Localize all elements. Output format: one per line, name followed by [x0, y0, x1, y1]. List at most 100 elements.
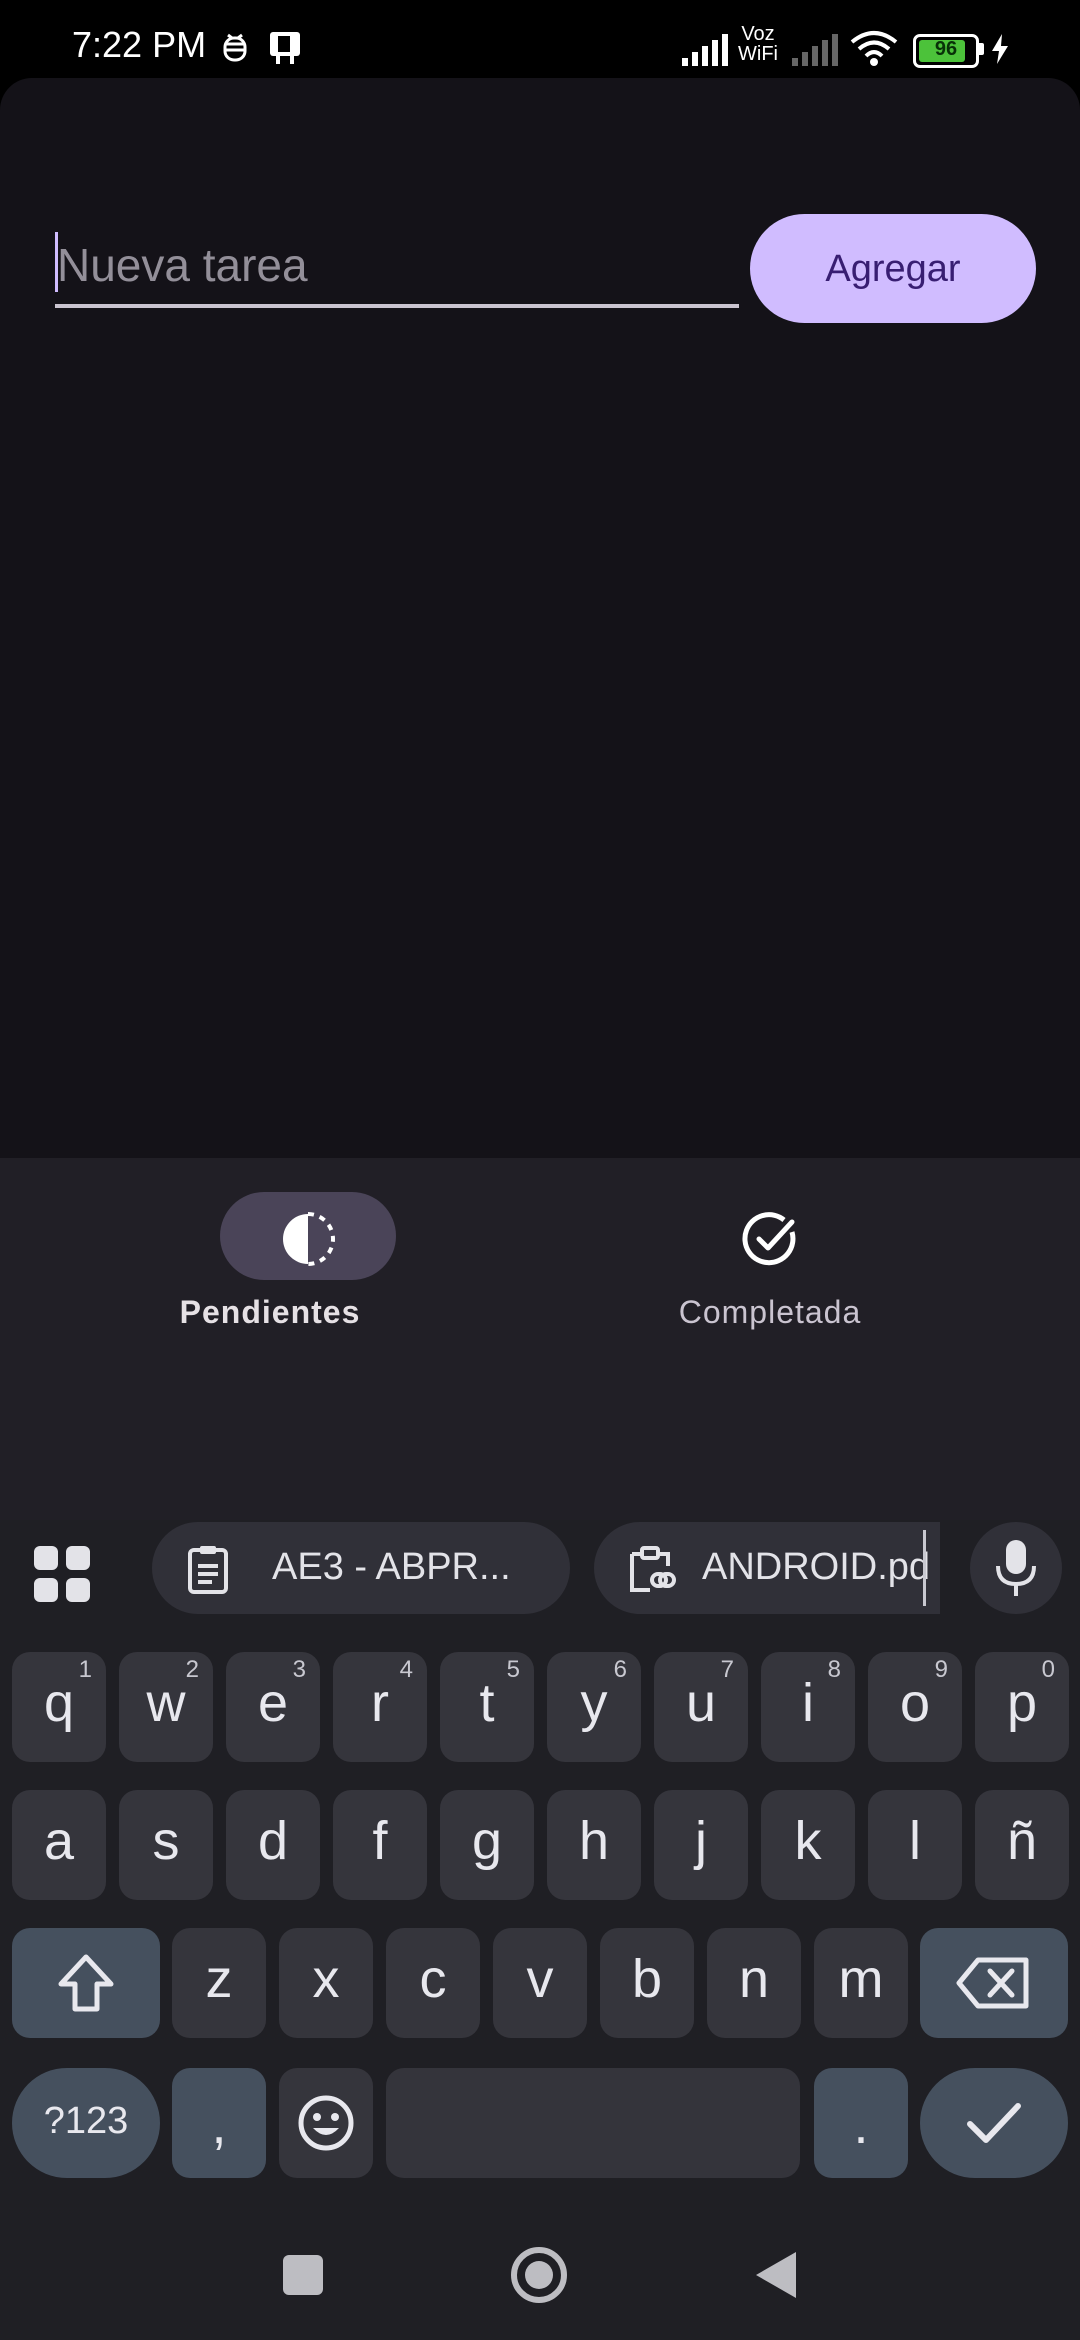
bottom-navigation: Pendientes Completada	[0, 1158, 1080, 1538]
symbols-key[interactable]: ?123	[12, 2068, 160, 2178]
clipboard-suggestion-chip[interactable]: AE3 - ABPR...	[152, 1522, 570, 1614]
key-x-label: x	[312, 1949, 340, 2009]
key-v[interactable]: v	[493, 1928, 587, 2038]
shift-key[interactable]	[12, 1928, 160, 2038]
backspace-icon	[956, 1957, 1029, 2009]
key-x[interactable]: x	[279, 1928, 373, 2038]
key-z[interactable]: z	[172, 1928, 266, 2038]
key-e-hint: 3	[292, 1656, 306, 1683]
done-key[interactable]	[920, 2068, 1068, 2178]
alarm-icon	[223, 33, 247, 62]
key-d-label: d	[257, 1811, 289, 1871]
clipboard-link-icon	[630, 1546, 676, 1592]
key-q[interactable]: q1	[12, 1652, 106, 1762]
new-task-input[interactable]: Nueva tarea	[55, 226, 739, 308]
key-b-label: b	[631, 1949, 663, 2009]
key-n[interactable]: n	[707, 1928, 801, 2038]
key-h-label: h	[578, 1811, 610, 1871]
voz-label: Voz	[741, 23, 775, 45]
period-key[interactable]: .	[814, 2068, 908, 2178]
wifi-call-label: WiFi	[738, 43, 778, 65]
symbols-key-label: ?123	[43, 2100, 129, 2142]
nfc-card-icon	[270, 32, 300, 64]
home-icon[interactable]	[510, 2246, 568, 2304]
key-m-label: m	[838, 1949, 884, 2009]
space-key[interactable]	[386, 2068, 800, 2178]
apps-grid-icon[interactable]	[30, 1542, 94, 1606]
status-time: 7:22 PM	[72, 24, 207, 65]
clipboard-suggestion-label: AE3 - ABPR...	[272, 1546, 511, 1588]
clipboard-link-chip[interactable]: ANDROID.pd	[594, 1522, 940, 1614]
key-w[interactable]: w2	[119, 1652, 213, 1762]
add-task-button[interactable]: Agregar	[750, 214, 1036, 323]
key-g[interactable]: g	[440, 1790, 534, 1900]
key-b[interactable]: b	[600, 1928, 694, 2038]
app-surface: Nueva tarea Agregar	[0, 78, 1080, 1158]
key-k-label: k	[794, 1811, 822, 1871]
key-o[interactable]: o9	[868, 1652, 962, 1762]
period-key-label: .	[853, 2095, 869, 2155]
comma-key[interactable]: ,	[172, 2068, 266, 2178]
key-l-label: l	[909, 1811, 921, 1871]
nav-label-pendientes: Pendientes	[179, 1294, 361, 1330]
key-u-hint: 7	[720, 1656, 734, 1683]
key-l[interactable]: l	[868, 1790, 962, 1900]
key-i[interactable]: i8	[761, 1652, 855, 1762]
key-y-hint: 6	[613, 1656, 627, 1683]
battery-icon: 96	[913, 34, 979, 68]
voz-wifi-indicator: Voz WiFi	[738, 24, 778, 64]
key-t[interactable]: t5	[440, 1652, 534, 1762]
key-q-hint: 1	[78, 1656, 92, 1683]
recents-icon[interactable]	[282, 2254, 324, 2296]
key-a[interactable]: a	[12, 1790, 106, 1900]
voice-input-button[interactable]	[970, 1522, 1062, 1614]
key-o-hint: 9	[934, 1656, 948, 1683]
key-k[interactable]: k	[761, 1790, 855, 1900]
back-icon[interactable]	[752, 2250, 798, 2300]
key-f[interactable]: f	[333, 1790, 427, 1900]
key-p[interactable]: p0	[975, 1652, 1069, 1762]
key-u[interactable]: u7	[654, 1652, 748, 1762]
key-w-hint: 2	[185, 1656, 199, 1683]
key-n-tilde[interactable]: ñ	[975, 1790, 1069, 1900]
clipboard-link-label: ANDROID.pd	[702, 1546, 931, 1588]
check-circle-icon	[742, 1212, 796, 1266]
key-e[interactable]: e3	[226, 1652, 320, 1762]
nav-item-pendientes[interactable]: Pendientes	[0, 1158, 540, 1388]
comma-key-label: ,	[211, 2095, 227, 2155]
key-r[interactable]: r4	[333, 1652, 427, 1762]
key-m[interactable]: m	[814, 1928, 908, 2038]
key-n-tilde-label: ñ	[1006, 1811, 1038, 1871]
key-s[interactable]: s	[119, 1790, 213, 1900]
status-bar: 7:22 PM Voz WiFi 96	[0, 0, 1080, 80]
signal-icon-secondary	[792, 34, 838, 66]
key-g-label: g	[471, 1811, 503, 1871]
emoji-icon	[298, 2095, 354, 2151]
key-j[interactable]: j	[654, 1790, 748, 1900]
key-v-label: v	[526, 1949, 554, 2009]
battery-level: 96	[934, 38, 958, 60]
emoji-key[interactable]	[279, 2068, 373, 2178]
key-j-label: j	[695, 1811, 707, 1871]
nav-item-completada[interactable]: Completada	[500, 1158, 1040, 1388]
half-circle-icon	[283, 1212, 335, 1266]
shift-icon	[58, 1954, 114, 2012]
key-z-label: z	[205, 1949, 233, 2009]
key-n-label: n	[738, 1949, 770, 2009]
key-d[interactable]: d	[226, 1790, 320, 1900]
key-y[interactable]: y6	[547, 1652, 641, 1762]
key-h[interactable]: h	[547, 1790, 641, 1900]
key-c[interactable]: c	[386, 1928, 480, 2038]
microphone-icon	[996, 1540, 1036, 1596]
charging-icon	[992, 34, 1008, 64]
backspace-key[interactable]	[920, 1928, 1068, 2038]
clipboard-icon	[188, 1546, 228, 1594]
nav-label-completada: Completada	[678, 1294, 862, 1330]
key-f-label: f	[372, 1811, 388, 1871]
chip-fade-divider	[923, 1530, 926, 1606]
wifi-icon	[850, 31, 898, 66]
key-i-hint: 8	[827, 1656, 841, 1683]
key-a-label: a	[43, 1811, 75, 1871]
add-task-label: Agregar	[825, 248, 961, 290]
key-s-label: s	[152, 1811, 180, 1871]
